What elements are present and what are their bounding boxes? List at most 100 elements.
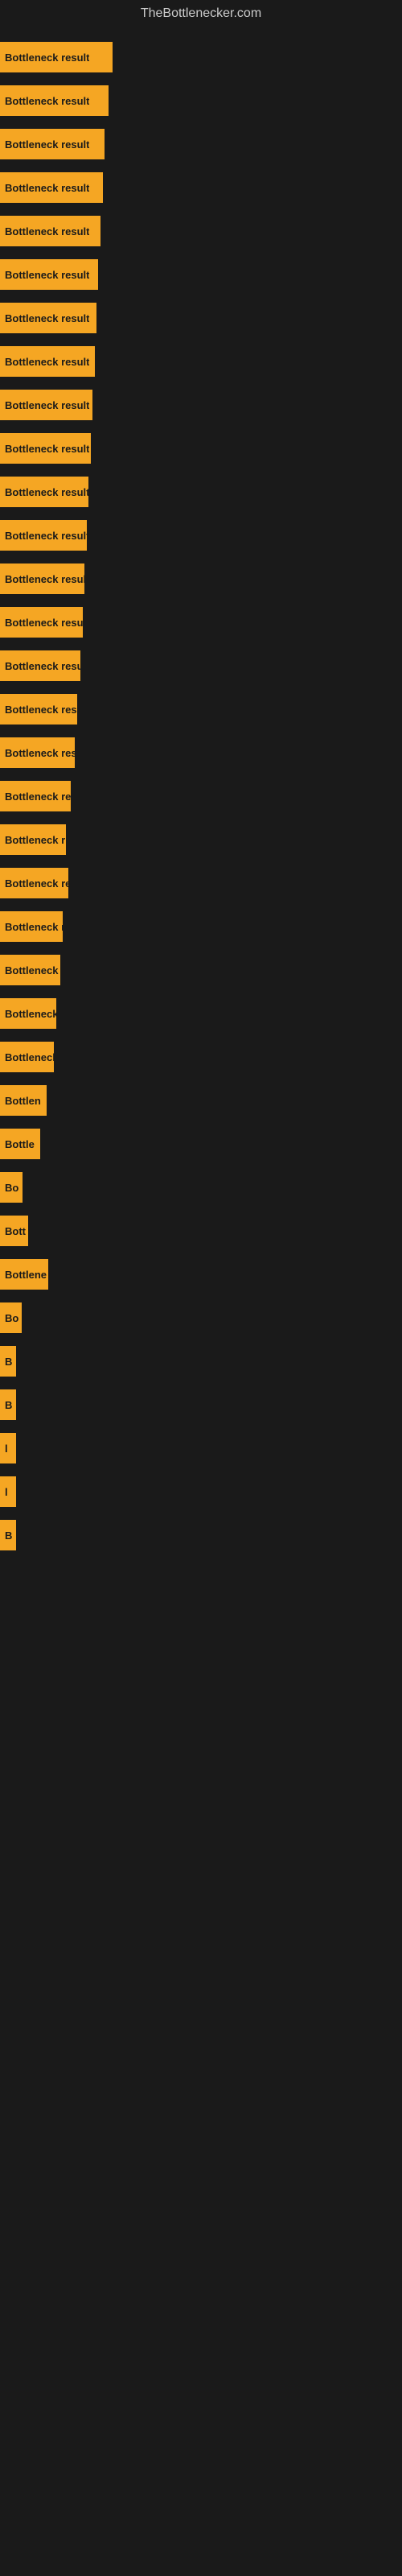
bottleneck-bar: Bottleneck result	[0, 520, 87, 551]
bottleneck-label: Bottleneck result	[5, 225, 89, 237]
bottleneck-bar: Bottleneck	[0, 998, 56, 1029]
bottleneck-label: Bottleneck result	[5, 269, 89, 281]
bottleneck-label: B	[5, 1530, 12, 1542]
bottleneck-bar: Bottleneck result	[0, 477, 88, 507]
bar-row: Bottleneck result	[0, 470, 402, 514]
bottleneck-label: Bottlene	[5, 1269, 47, 1281]
bottleneck-bar: Bott	[0, 1216, 28, 1246]
bottleneck-label: l	[5, 1486, 8, 1498]
bar-row: Bottlen	[0, 1079, 402, 1122]
bar-row: Bottleneck result	[0, 166, 402, 209]
bottleneck-label: B	[5, 1399, 12, 1411]
bottleneck-label: Bo	[5, 1182, 18, 1194]
bar-row: Bo	[0, 1296, 402, 1340]
bottleneck-bar: Bottleneck result	[0, 216, 100, 246]
bottleneck-label: Bottleneck result	[5, 747, 75, 759]
bars-container: Bottleneck result Bottleneck result Bottle…	[0, 27, 402, 1565]
bottleneck-bar: Bottleneck resul	[0, 694, 77, 724]
bottleneck-label: Bottleneck result	[5, 312, 89, 324]
bar-row: Bottleneck result	[0, 79, 402, 122]
bottleneck-label: B	[5, 1356, 12, 1368]
bar-row: l	[0, 1426, 402, 1470]
bottleneck-bar: Bottleneck result	[0, 259, 98, 290]
bar-row: Bottleneck result	[0, 383, 402, 427]
bar-row: Bottleneck result	[0, 427, 402, 470]
bottleneck-bar: Bottleneck result	[0, 433, 91, 464]
bottleneck-bar: Bottleneck resu	[0, 868, 68, 898]
bottleneck-bar: B	[0, 1346, 16, 1377]
bottleneck-label: Bottle	[5, 1138, 35, 1150]
bottleneck-label: Bottleneck resu	[5, 877, 68, 890]
bottleneck-label: Bottleneck result	[5, 356, 89, 368]
bottleneck-label: Bottleneck result	[5, 617, 83, 629]
bar-row: Bottleneck result	[0, 122, 402, 166]
bottleneck-bar: Bottleneck result	[0, 955, 60, 985]
bottleneck-bar: Bottleneck result	[0, 85, 109, 116]
bar-row: B	[0, 1383, 402, 1426]
bottleneck-label: Bottleneck result	[5, 182, 89, 194]
bar-row: Bottleneck result	[0, 209, 402, 253]
bottleneck-bar: l	[0, 1476, 16, 1507]
bottleneck-bar: Bottleneck result	[0, 172, 103, 203]
bottleneck-label: Bottleneck resu	[5, 791, 71, 803]
bar-row: B	[0, 1513, 402, 1557]
bottleneck-bar: Bo	[0, 1172, 23, 1203]
bar-row: Bottleneck res	[0, 1035, 402, 1079]
bottleneck-label: Bo	[5, 1312, 18, 1324]
site-title: TheBottlenecker.com	[0, 0, 402, 27]
bar-row: Bottleneck result	[0, 731, 402, 774]
bar-row: Bottleneck re	[0, 905, 402, 948]
bar-row: Bo	[0, 1166, 402, 1209]
bottleneck-label: Bottleneck re	[5, 921, 63, 933]
bottleneck-label: Bottleneck result	[5, 530, 87, 542]
bottleneck-bar: Bottleneck result	[0, 303, 96, 333]
bar-row: Bottle	[0, 1122, 402, 1166]
bar-row: Bottleneck resu	[0, 861, 402, 905]
bar-row: Bottlene	[0, 1253, 402, 1296]
bottleneck-bar: B	[0, 1389, 16, 1420]
bottleneck-bar: Bottlene	[0, 1259, 48, 1290]
bottleneck-label: Bottlen	[5, 1095, 41, 1107]
bar-row: Bottleneck result	[0, 253, 402, 296]
bottleneck-bar: Bottleneck result	[0, 650, 80, 681]
bar-row: Bottleneck result	[0, 644, 402, 687]
bottleneck-label: Bottleneck	[5, 1008, 56, 1020]
bar-row: l	[0, 1470, 402, 1513]
bottleneck-bar: Bottleneck result	[0, 564, 84, 594]
bottleneck-bar: Bottleneck result	[0, 390, 92, 420]
bar-row: Bottleneck r	[0, 818, 402, 861]
bar-row: Bottleneck result	[0, 557, 402, 601]
bar-row: Bottleneck result	[0, 340, 402, 383]
bottleneck-label: Bottleneck result	[5, 573, 84, 585]
bar-row: Bottleneck resul	[0, 687, 402, 731]
bar-row: Bottleneck	[0, 992, 402, 1035]
bar-row: Bottleneck resu	[0, 774, 402, 818]
bottleneck-bar: Bottleneck resu	[0, 781, 71, 811]
bottleneck-bar: Bottle	[0, 1129, 40, 1159]
bottleneck-label: Bottleneck result	[5, 52, 89, 64]
bar-row: Bottleneck result	[0, 35, 402, 79]
bottleneck-bar: Bottleneck result	[0, 607, 83, 638]
bottleneck-bar: B	[0, 1520, 16, 1550]
bottleneck-label: Bott	[5, 1225, 26, 1237]
bar-row: Bottleneck result	[0, 514, 402, 557]
bottleneck-bar: Bottleneck result	[0, 42, 113, 72]
bottleneck-bar: Bottleneck res	[0, 1042, 54, 1072]
bottleneck-label: Bottleneck res	[5, 1051, 54, 1063]
bottleneck-bar: Bottlen	[0, 1085, 47, 1116]
bar-row: Bottleneck result	[0, 601, 402, 644]
bottleneck-label: Bottleneck result	[5, 95, 89, 107]
bottleneck-label: Bottleneck resul	[5, 704, 77, 716]
bottleneck-label: Bottleneck result	[5, 138, 89, 151]
bottleneck-bar: l	[0, 1433, 16, 1463]
bar-row: Bottleneck result	[0, 296, 402, 340]
bar-row: B	[0, 1340, 402, 1383]
bar-row: Bottleneck result	[0, 948, 402, 992]
bottleneck-label: Bottleneck result	[5, 486, 88, 498]
bottleneck-label: Bottleneck result	[5, 443, 89, 455]
bottleneck-label: Bottleneck result	[5, 399, 89, 411]
bottleneck-bar: Bottleneck r	[0, 824, 66, 855]
bottleneck-bar: Bo	[0, 1302, 22, 1333]
bottleneck-bar: Bottleneck re	[0, 911, 63, 942]
bottleneck-label: Bottleneck r	[5, 834, 65, 846]
